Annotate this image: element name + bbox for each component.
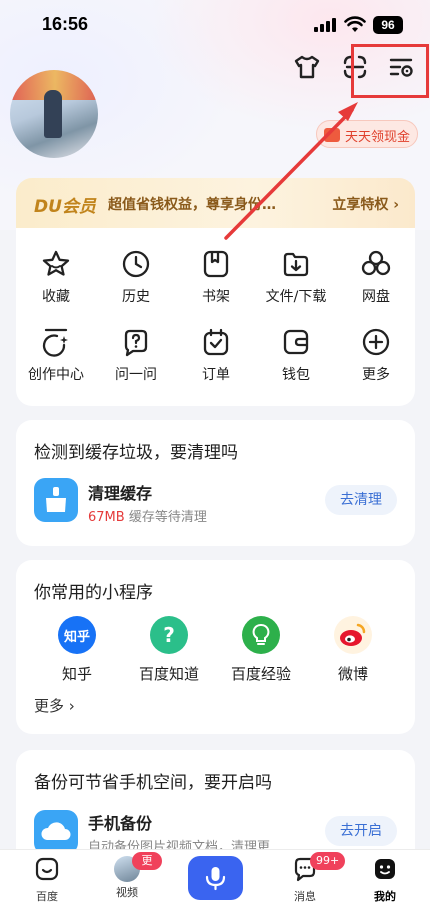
microphone-icon: [205, 867, 226, 891]
tool-label: 订单: [202, 367, 230, 383]
wifi-icon: [344, 16, 366, 32]
mini-program-zhihu[interactable]: 知乎 知乎: [32, 616, 122, 684]
tools-grid: 收藏 历史 书架 文件/下载 网盘 创作中心 问一问 订单 钱包 更多: [16, 228, 415, 406]
tool-label: 钱包: [282, 367, 310, 383]
cache-cleanup-card: 检测到缓存垃圾，要清理吗 清理缓存 67MB 缓存等待清理 去清理: [16, 420, 415, 546]
highlight-annotation-box: [351, 44, 429, 98]
wallet-icon: [283, 329, 309, 355]
cellular-signal-icon: [314, 18, 336, 32]
bookshelf-icon: [203, 250, 229, 278]
mini-program-label: 知乎: [61, 665, 92, 683]
tool-cloud-disk[interactable]: 网盘: [336, 248, 416, 306]
vip-logo: DU会员: [34, 197, 96, 217]
creation-icon: [42, 328, 68, 357]
tab-baidu[interactable]: 百度: [12, 856, 82, 904]
backup-card-title: 备份可节省手机空间，要开启吗: [34, 773, 272, 793]
cache-item-subtitle: 67MB 缓存等待清理: [88, 506, 207, 525]
avatar-figure: [44, 90, 62, 138]
mini-program-label: 百度经验: [230, 665, 291, 683]
order-icon: [203, 328, 229, 356]
download-icon: [283, 252, 309, 277]
tool-label: 文件/下载: [265, 289, 327, 305]
mini-programs-title: 你常用的小程序: [34, 583, 153, 603]
tool-label: 问一问: [115, 367, 157, 383]
question-icon: [124, 329, 148, 357]
tab-label: 视频: [116, 886, 138, 899]
tab-label: 消息: [294, 890, 316, 903]
tshirt-icon[interactable]: [292, 52, 322, 82]
clock-icon: [122, 250, 150, 278]
lightbulb-icon: [242, 616, 280, 654]
profile-face-icon: [375, 859, 395, 879]
avatar[interactable]: [10, 70, 98, 158]
zhihu-icon: 知乎: [58, 616, 96, 654]
tool-bookshelf[interactable]: 书架: [176, 248, 256, 306]
tool-downloads[interactable]: 文件/下载: [256, 248, 336, 306]
tool-creation-center[interactable]: 创作中心: [16, 326, 96, 384]
question-bubble-icon: ?: [150, 616, 188, 654]
tool-label: 收藏: [42, 289, 70, 305]
tool-favorites[interactable]: 收藏: [16, 248, 96, 306]
voice-search-button[interactable]: [188, 856, 243, 900]
plus-circle-icon: [362, 328, 390, 356]
weibo-icon: [334, 616, 372, 654]
messages-count-badge: 99+: [310, 852, 346, 870]
star-icon: [42, 250, 70, 276]
daily-cash-label: 天天领现金: [345, 130, 411, 145]
tab-me[interactable]: 我的: [350, 856, 420, 904]
broom-icon: [34, 478, 78, 522]
vip-description: 超值省钱权益，尊享身份…: [108, 197, 276, 213]
enable-backup-button[interactable]: 去开启: [325, 816, 397, 846]
mini-programs-card: 你常用的小程序 知乎 知乎 ? 百度知道 百度经验 微博 更多 ›: [16, 560, 415, 734]
tool-label: 更多: [362, 367, 390, 383]
mini-program-baidu-jingyan[interactable]: 百度经验: [216, 616, 306, 684]
mini-program-weibo[interactable]: 微博: [308, 616, 398, 684]
tool-more[interactable]: 更多: [336, 326, 416, 384]
battery-indicator: 96: [373, 16, 403, 34]
tab-label: 百度: [36, 890, 58, 903]
cache-status: 缓存等待清理: [128, 510, 207, 525]
daily-cash-button[interactable]: 天天领现金: [316, 120, 418, 148]
mini-program-label: 微博: [337, 665, 368, 683]
bottom-tab-bar: 百度 视频 更新 消息 99+ 我的: [0, 849, 430, 919]
cache-size: 67MB: [88, 510, 125, 525]
cloud-disk-icon: [361, 250, 391, 276]
cloud-icon: [34, 810, 78, 854]
status-time: 16:56: [42, 14, 89, 34]
video-update-badge: 更新: [132, 852, 162, 885]
tab-label: 我的: [374, 890, 396, 903]
tool-label: 网盘: [362, 289, 390, 305]
clean-cache-button[interactable]: 去清理: [325, 485, 397, 515]
tool-label: 创作中心: [28, 367, 84, 383]
cache-card-title: 检测到缓存垃圾，要清理吗: [34, 443, 238, 463]
tool-orders[interactable]: 订单: [176, 326, 256, 384]
vip-cta-link[interactable]: 立享特权 ›: [332, 194, 399, 214]
tool-wallet[interactable]: 钱包: [256, 326, 336, 384]
backup-item-name: 手机备份: [88, 814, 153, 833]
cache-item-name: 清理缓存: [88, 484, 153, 503]
vip-banner[interactable]: DU会员 超值省钱权益，尊享身份… 立享特权 ›: [16, 178, 415, 228]
red-envelope-icon: [324, 128, 340, 142]
mini-program-baidu-zhidao[interactable]: ? 百度知道: [124, 616, 214, 684]
mini-programs-more-link[interactable]: 更多 ›: [34, 695, 75, 716]
tool-ask[interactable]: 问一问: [96, 326, 176, 384]
tool-history[interactable]: 历史: [96, 248, 176, 306]
baidu-home-icon: [35, 857, 59, 881]
tab-video[interactable]: 视频 更新: [92, 852, 162, 900]
tool-label: 书架: [202, 289, 230, 305]
tab-messages[interactable]: 消息 99+: [270, 852, 346, 904]
tool-label: 历史: [122, 289, 150, 305]
mini-program-label: 百度知道: [138, 665, 199, 683]
